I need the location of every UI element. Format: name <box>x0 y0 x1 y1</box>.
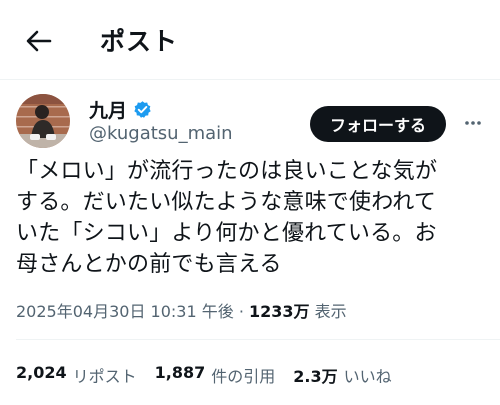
follow-button[interactable]: フォローする <box>310 106 446 142</box>
more-icon <box>465 121 481 125</box>
quotes-count: 1,887 <box>154 363 206 382</box>
post-text-line: する。だいたい似たような意味で使われて <box>16 190 437 215</box>
avatar[interactable] <box>16 94 70 148</box>
page-title: ポスト <box>100 27 179 56</box>
engagement-stats: 2,024 リポスト 1,887 件の引用 2.3万 いいね <box>16 363 392 387</box>
back-arrow-icon <box>26 30 52 52</box>
likes-label: いいね <box>343 367 392 386</box>
views-label: 表示 <box>309 302 347 321</box>
meta-separator: · <box>233 302 249 321</box>
reposts-stat[interactable]: 2,024 リポスト <box>16 363 137 387</box>
views-count: 1233万 <box>249 302 310 321</box>
post-timestamp[interactable]: 2025年04月30日 10:31 午後 <box>16 302 234 321</box>
name-row: 九月 <box>89 96 152 123</box>
back-button[interactable] <box>22 24 56 58</box>
post-meta: 2025年04月30日 10:31 午後 · 1233万 表示 <box>16 298 347 322</box>
post-text: 「メロい」が流行ったのは良いことな気が する。だいたい似たような意味で使われて … <box>16 156 486 280</box>
display-name[interactable]: 九月 <box>89 96 127 123</box>
likes-stat[interactable]: 2.3万 いいね <box>293 363 391 387</box>
user-handle[interactable]: @kugatsu_main <box>89 123 233 144</box>
post-text-line: いた「シコい」より何かと優れている。お <box>16 221 437 246</box>
quotes-stat[interactable]: 1,887 件の引用 <box>155 363 276 387</box>
divider <box>16 339 500 340</box>
post-author: 九月 @kugatsu_main フォローする <box>0 80 500 150</box>
likes-count: 2.3万 <box>293 367 338 386</box>
top-bar: ポスト <box>0 0 500 80</box>
more-button[interactable] <box>458 108 488 138</box>
post-text-line: 母さんとかの前でも言える <box>16 252 282 277</box>
reposts-count: 2,024 <box>16 363 67 382</box>
reposts-label: リポスト <box>72 367 137 386</box>
post-text-line: 「メロい」が流行ったのは良いことな気が <box>16 159 438 184</box>
verified-badge-icon <box>133 100 152 119</box>
quotes-label: 件の引用 <box>211 367 276 386</box>
